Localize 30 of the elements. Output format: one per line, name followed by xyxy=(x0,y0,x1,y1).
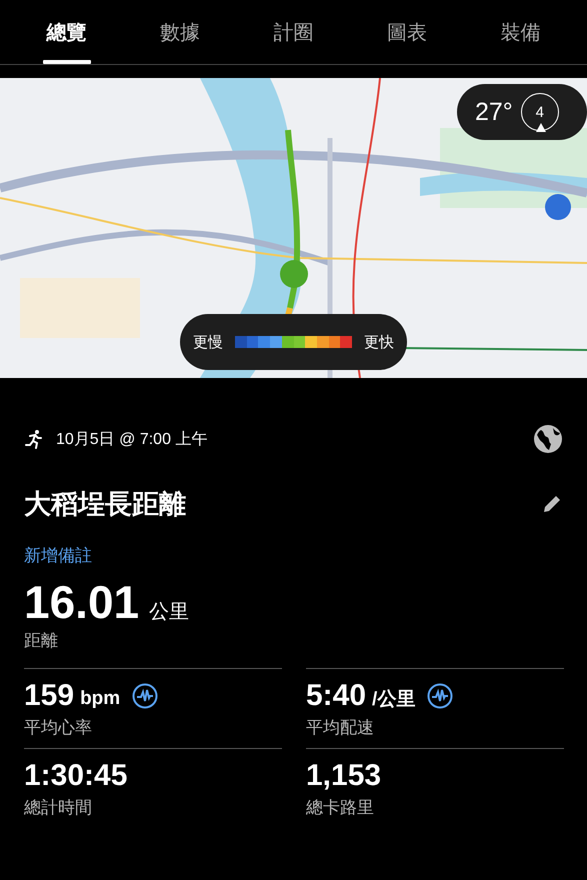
tab[interactable]: 圖表 xyxy=(378,0,435,64)
stat-unit: /公里 xyxy=(372,688,416,712)
temperature: 27° xyxy=(475,98,513,126)
tab[interactable]: 裝備 xyxy=(492,0,548,64)
slow-label: 更慢 xyxy=(193,332,224,352)
wind-indicator: 4 xyxy=(520,93,559,131)
stat-label: 總計時間 xyxy=(24,797,93,819)
activity-date: 10月5日 @ 7:00 上午 xyxy=(56,430,208,450)
stat-label: 平均配速 xyxy=(306,717,375,739)
stat-label: 總卡路里 xyxy=(306,797,375,819)
waveform-icon[interactable] xyxy=(427,682,454,708)
activity-title: 大稻埕長距離 xyxy=(24,488,186,521)
fast-label: 更快 xyxy=(364,332,394,352)
stat-unit: bpm xyxy=(80,688,120,710)
stat-value: 5:40 xyxy=(306,679,366,712)
tab[interactable]: 總覽 xyxy=(38,0,95,64)
stat-label: 距離 xyxy=(24,630,59,652)
distance-value: 16.01 xyxy=(24,579,140,625)
waveform-icon[interactable] xyxy=(132,682,158,708)
tab[interactable]: 數據 xyxy=(152,0,208,64)
stat-value: 159 xyxy=(24,679,74,712)
globe-icon[interactable] xyxy=(533,424,563,454)
distance-unit: 公里 xyxy=(149,600,190,625)
tab[interactable]: 計圈 xyxy=(265,0,322,64)
pencil-icon[interactable] xyxy=(541,493,563,515)
add-note-link[interactable]: 新增備註 xyxy=(24,544,92,567)
stat-value: 1,153 xyxy=(306,759,382,792)
stat-label: 平均心率 xyxy=(24,717,93,739)
stat-value: 1:30:45 xyxy=(24,759,128,792)
runner-icon xyxy=(24,429,44,449)
